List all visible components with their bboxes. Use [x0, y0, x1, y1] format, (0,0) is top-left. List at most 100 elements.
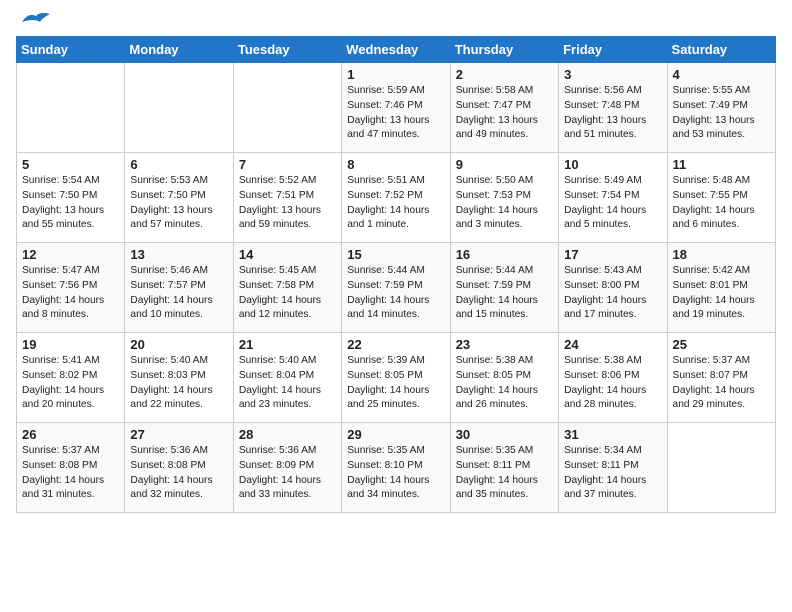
day-number: 11	[673, 157, 770, 172]
day-info: Sunrise: 5:38 AM Sunset: 8:06 PM Dayligh…	[564, 354, 661, 413]
calendar-cell	[17, 63, 125, 153]
day-number: 20	[130, 337, 227, 352]
day-info: Sunrise: 5:40 AM Sunset: 8:03 PM Dayligh…	[130, 354, 227, 413]
weekday-header-saturday: Saturday	[667, 37, 775, 63]
day-number: 15	[347, 247, 444, 262]
calendar-cell: 1Sunrise: 5:59 AM Sunset: 7:46 PM Daylig…	[342, 63, 450, 153]
calendar-cell: 6 Sunrise: 5:53 AM Sunset: 7:50 PM Daylig…	[125, 153, 233, 243]
day-number: 14	[239, 247, 336, 262]
calendar-table: SundayMondayTuesdayWednesdayThursdayFrid…	[16, 36, 776, 513]
day-info: Sunrise: 5:39 AM Sunset: 8:05 PM Dayligh…	[347, 354, 444, 413]
day-info: Sunrise: 5:48 AM Sunset: 7:55 PM Dayligh…	[673, 174, 770, 233]
day-info: Sunrise: 5:50 AM Sunset: 7:53 PM Dayligh…	[456, 174, 553, 233]
calendar-cell: 20 Sunrise: 5:40 AM Sunset: 8:03 PM Dayli…	[125, 333, 233, 423]
week-row-1: 1Sunrise: 5:59 AM Sunset: 7:46 PM Daylig…	[17, 63, 776, 153]
day-info: Sunrise: 5:56 AM Sunset: 7:48 PM Dayligh…	[564, 84, 661, 143]
day-info: Sunrise: 5:40 AM Sunset: 8:04 PM Dayligh…	[239, 354, 336, 413]
day-number: 29	[347, 427, 444, 442]
week-row-2: 5 Sunrise: 5:54 AM Sunset: 7:50 PM Daylig…	[17, 153, 776, 243]
weekday-header-friday: Friday	[559, 37, 667, 63]
calendar-cell: 26 Sunrise: 5:37 AM Sunset: 8:08 PM Dayli…	[17, 423, 125, 513]
day-number: 26	[22, 427, 119, 442]
logo-bird-icon	[20, 8, 52, 28]
calendar-cell: 2Sunrise: 5:58 AM Sunset: 7:47 PM Daylig…	[450, 63, 558, 153]
day-info: Sunrise: 5:46 AM Sunset: 7:57 PM Dayligh…	[130, 264, 227, 323]
calendar-cell: 24 Sunrise: 5:38 AM Sunset: 8:06 PM Dayli…	[559, 333, 667, 423]
day-info: Sunrise: 5:34 AM Sunset: 8:11 PM Dayligh…	[564, 444, 661, 503]
day-number: 17	[564, 247, 661, 262]
day-info: Sunrise: 5:37 AM Sunset: 8:08 PM Dayligh…	[22, 444, 119, 503]
day-number: 19	[22, 337, 119, 352]
week-row-4: 19Sunrise: 5:41 AM Sunset: 8:02 PM Dayli…	[17, 333, 776, 423]
day-info: Sunrise: 5:44 AM Sunset: 7:59 PM Dayligh…	[456, 264, 553, 323]
calendar-cell: 22Sunrise: 5:39 AM Sunset: 8:05 PM Dayli…	[342, 333, 450, 423]
calendar-cell	[667, 423, 775, 513]
calendar-cell: 7 Sunrise: 5:52 AM Sunset: 7:51 PM Daylig…	[233, 153, 341, 243]
weekday-header-wednesday: Wednesday	[342, 37, 450, 63]
day-number: 21	[239, 337, 336, 352]
weekday-header-thursday: Thursday	[450, 37, 558, 63]
day-info: Sunrise: 5:45 AM Sunset: 7:58 PM Dayligh…	[239, 264, 336, 323]
calendar-cell: 16 Sunrise: 5:44 AM Sunset: 7:59 PM Dayli…	[450, 243, 558, 333]
day-number: 23	[456, 337, 553, 352]
day-number: 2	[456, 67, 553, 82]
day-number: 16	[456, 247, 553, 262]
day-number: 28	[239, 427, 336, 442]
day-number: 25	[673, 337, 770, 352]
day-info: Sunrise: 5:36 AM Sunset: 8:08 PM Dayligh…	[130, 444, 227, 503]
logo	[16, 16, 52, 28]
day-info: Sunrise: 5:37 AM Sunset: 8:07 PM Dayligh…	[673, 354, 770, 413]
day-number: 9	[456, 157, 553, 172]
day-info: Sunrise: 5:53 AM Sunset: 7:50 PM Dayligh…	[130, 174, 227, 233]
day-info: Sunrise: 5:59 AM Sunset: 7:46 PM Dayligh…	[347, 84, 444, 143]
day-info: Sunrise: 5:44 AM Sunset: 7:59 PM Dayligh…	[347, 264, 444, 323]
calendar-cell: 13 Sunrise: 5:46 AM Sunset: 7:57 PM Dayli…	[125, 243, 233, 333]
calendar-cell: 3 Sunrise: 5:56 AM Sunset: 7:48 PM Daylig…	[559, 63, 667, 153]
weekday-header-row: SundayMondayTuesdayWednesdayThursdayFrid…	[17, 37, 776, 63]
day-number: 18	[673, 247, 770, 262]
day-info: Sunrise: 5:47 AM Sunset: 7:56 PM Dayligh…	[22, 264, 119, 323]
day-number: 10	[564, 157, 661, 172]
weekday-header-sunday: Sunday	[17, 37, 125, 63]
day-info: Sunrise: 5:36 AM Sunset: 8:09 PM Dayligh…	[239, 444, 336, 503]
day-info: Sunrise: 5:43 AM Sunset: 8:00 PM Dayligh…	[564, 264, 661, 323]
calendar-cell: 4Sunrise: 5:55 AM Sunset: 7:49 PM Daylig…	[667, 63, 775, 153]
calendar-cell: 9 Sunrise: 5:50 AM Sunset: 7:53 PM Daylig…	[450, 153, 558, 243]
day-number: 13	[130, 247, 227, 262]
page-header	[16, 16, 776, 28]
day-number: 7	[239, 157, 336, 172]
week-row-3: 12 Sunrise: 5:47 AM Sunset: 7:56 PM Dayli…	[17, 243, 776, 333]
calendar-cell: 19Sunrise: 5:41 AM Sunset: 8:02 PM Dayli…	[17, 333, 125, 423]
calendar-cell	[233, 63, 341, 153]
calendar-cell: 28 Sunrise: 5:36 AM Sunset: 8:09 PM Dayli…	[233, 423, 341, 513]
day-number: 3	[564, 67, 661, 82]
day-info: Sunrise: 5:38 AM Sunset: 8:05 PM Dayligh…	[456, 354, 553, 413]
calendar-cell: 23 Sunrise: 5:38 AM Sunset: 8:05 PM Dayli…	[450, 333, 558, 423]
week-row-5: 26 Sunrise: 5:37 AM Sunset: 8:08 PM Dayli…	[17, 423, 776, 513]
calendar-cell: 12 Sunrise: 5:47 AM Sunset: 7:56 PM Dayli…	[17, 243, 125, 333]
day-number: 4	[673, 67, 770, 82]
weekday-header-tuesday: Tuesday	[233, 37, 341, 63]
calendar-cell: 5 Sunrise: 5:54 AM Sunset: 7:50 PM Daylig…	[17, 153, 125, 243]
calendar-cell: 15 Sunrise: 5:44 AM Sunset: 7:59 PM Dayli…	[342, 243, 450, 333]
day-info: Sunrise: 5:52 AM Sunset: 7:51 PM Dayligh…	[239, 174, 336, 233]
calendar-cell: 14 Sunrise: 5:45 AM Sunset: 7:58 PM Dayli…	[233, 243, 341, 333]
weekday-header-monday: Monday	[125, 37, 233, 63]
day-info: Sunrise: 5:54 AM Sunset: 7:50 PM Dayligh…	[22, 174, 119, 233]
calendar-cell: 8Sunrise: 5:51 AM Sunset: 7:52 PM Daylig…	[342, 153, 450, 243]
day-info: Sunrise: 5:51 AM Sunset: 7:52 PM Dayligh…	[347, 174, 444, 233]
day-number: 24	[564, 337, 661, 352]
day-number: 6	[130, 157, 227, 172]
calendar-cell: 17 Sunrise: 5:43 AM Sunset: 8:00 PM Dayli…	[559, 243, 667, 333]
day-number: 5	[22, 157, 119, 172]
calendar-cell: 30Sunrise: 5:35 AM Sunset: 8:11 PM Dayli…	[450, 423, 558, 513]
day-number: 30	[456, 427, 553, 442]
day-info: Sunrise: 5:35 AM Sunset: 8:10 PM Dayligh…	[347, 444, 444, 503]
day-info: Sunrise: 5:49 AM Sunset: 7:54 PM Dayligh…	[564, 174, 661, 233]
calendar-cell: 27 Sunrise: 5:36 AM Sunset: 8:08 PM Dayli…	[125, 423, 233, 513]
calendar-cell	[125, 63, 233, 153]
day-number: 12	[22, 247, 119, 262]
day-number: 27	[130, 427, 227, 442]
calendar-cell: 25 Sunrise: 5:37 AM Sunset: 8:07 PM Dayli…	[667, 333, 775, 423]
day-number: 31	[564, 427, 661, 442]
